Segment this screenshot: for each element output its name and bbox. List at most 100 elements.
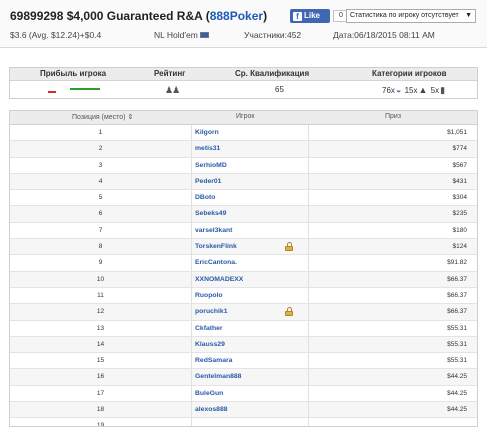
position-cell: 4	[98, 177, 103, 185]
category-shark-count: 15x	[404, 86, 418, 95]
prize-cell: $66.37	[447, 275, 467, 283]
player-link[interactable]: poruchik1	[195, 308, 227, 315]
profit-negative-mark	[48, 91, 56, 93]
player-link[interactable]: BuleGun	[195, 390, 223, 397]
column-divider	[191, 369, 192, 385]
table-row: 7 varsel3kant $180	[10, 222, 477, 240]
avg-qualification-header: Ср. Квалификация	[235, 69, 310, 78]
column-divider	[308, 287, 309, 304]
column-divider	[191, 239, 192, 255]
results-table-body: 1 Kilgorn $1,051 2 metis31 $774 3 SerhioMD $567 4…	[10, 125, 477, 426]
player-categories-header: Категории игроков	[372, 69, 447, 78]
position-cell: 10	[96, 275, 105, 283]
column-divider	[308, 206, 309, 222]
column-divider	[191, 206, 192, 222]
player-link[interactable]: Peder01	[195, 178, 221, 185]
column-divider	[308, 402, 309, 418]
player-link[interactable]: alexos888	[195, 406, 228, 413]
table-row: 4 Peder01 $431	[10, 173, 477, 191]
column-divider	[191, 385, 192, 402]
game-type-info: NL Hold'em	[154, 30, 209, 40]
prize-cell: $180	[452, 226, 467, 234]
position-cell: 2	[98, 145, 103, 153]
summary-body: ♟♟ 65 76x◒ 15x▲ 5x▮	[10, 81, 477, 99]
prize-cell: $44.25	[447, 373, 467, 381]
player-categories: 76x◒ 15x▲ 5x▮	[382, 85, 446, 96]
player-link[interactable]: SerhioMD	[195, 162, 227, 169]
position-column-header[interactable]: Позиция (место) ⇕	[72, 113, 133, 121]
column-divider	[308, 125, 309, 141]
table-row: 5 DBoto $304	[10, 190, 477, 207]
bottle-icon: ▮	[440, 85, 446, 95]
position-cell: 11	[97, 291, 104, 299]
column-divider	[191, 418, 192, 426]
column-divider	[191, 287, 192, 304]
summary-header: Прибыль игрока Рейтинг Ср. Квалификация …	[10, 68, 477, 81]
column-divider	[191, 336, 192, 353]
network-link[interactable]: 888Poker	[210, 9, 263, 23]
player-link[interactable]: Gentelman888	[195, 373, 241, 380]
player-stats-select[interactable]: Статистика по игроку отсутствует ▼	[346, 9, 476, 23]
column-divider	[191, 141, 192, 157]
player-link[interactable]: varsel3kant	[195, 227, 232, 234]
column-divider	[308, 320, 309, 336]
player-link[interactable]: XXNOMADEXX	[195, 276, 243, 283]
column-divider	[308, 173, 309, 190]
table-row: 9 EricCantona. $91.82	[10, 255, 477, 272]
player-link[interactable]: DBoto	[195, 194, 215, 201]
table-row: 13 Ckfather $55.31	[10, 320, 477, 337]
tournament-id: 69899298	[10, 9, 64, 23]
player-link[interactable]: Ckfather	[195, 325, 223, 332]
column-divider	[308, 271, 309, 287]
position-cell: 13	[96, 324, 105, 332]
tournament-name: $4,000 Guaranteed R&A	[66, 9, 203, 23]
category-fish-count: 76x	[382, 86, 395, 95]
prize-cell: $55.31	[447, 357, 467, 365]
lock-icon	[285, 307, 293, 317]
position-cell: 12	[96, 308, 105, 316]
player-link[interactable]: Klauss29	[195, 341, 225, 348]
prize-column-header: Приз	[385, 113, 402, 120]
column-divider	[191, 320, 192, 336]
column-divider	[308, 418, 309, 426]
position-cell: 17	[96, 389, 105, 397]
table-row: 1 Kilgorn $1,051	[10, 125, 477, 142]
prize-cell: $431	[452, 177, 467, 185]
column-divider	[308, 255, 309, 271]
profit-positive-mark	[70, 88, 100, 92]
prize-cell: $66.37	[447, 291, 467, 299]
player-link[interactable]: Sebeks49	[195, 210, 226, 217]
prize-cell: $1,051	[447, 129, 467, 136]
shark-icon: ▲	[418, 85, 428, 95]
prize-cell: $567	[452, 161, 467, 169]
column-divider	[308, 190, 309, 206]
rating-header: Рейтинг	[154, 69, 186, 78]
avg-qualification-value: 65	[275, 85, 284, 94]
player-link[interactable]: Kilgorn	[195, 129, 219, 136]
player-link[interactable]: RedSamara	[195, 357, 232, 364]
profit-chart-icon	[48, 88, 106, 94]
column-divider	[191, 173, 192, 190]
player-link[interactable]: metis31	[195, 145, 220, 152]
player-link[interactable]: Ruopolo	[195, 292, 223, 299]
table-row: 10 XXNOMADEXX $66.37	[10, 271, 477, 288]
prize-cell: $124	[452, 243, 467, 251]
buyin-info: $3.6 (Avg. $12.24)+$0.4	[10, 30, 102, 40]
player-link[interactable]: TorskenFlink	[195, 243, 237, 250]
table-row: 11 Ruopolo $66.37	[10, 287, 477, 305]
column-divider	[308, 385, 309, 402]
position-cell: 7	[98, 226, 103, 234]
position-cell: 3	[98, 161, 103, 169]
profit-header: Прибыль игрока	[40, 69, 107, 78]
facebook-like-button[interactable]: f Like	[290, 9, 330, 23]
flag-icon	[199, 32, 209, 38]
prize-cell: $91.82	[447, 259, 467, 267]
prize-cell: $66.37	[447, 308, 467, 316]
lock-icon	[285, 242, 293, 252]
position-cell: 6	[98, 210, 103, 218]
rating-icon: ♟♟	[165, 85, 180, 95]
game-type-label: NL Hold'em	[154, 30, 198, 40]
table-row: 16 Gentelman888 $44.25	[10, 369, 477, 386]
player-link[interactable]: EricCantona.	[195, 259, 237, 266]
column-divider	[191, 271, 192, 287]
